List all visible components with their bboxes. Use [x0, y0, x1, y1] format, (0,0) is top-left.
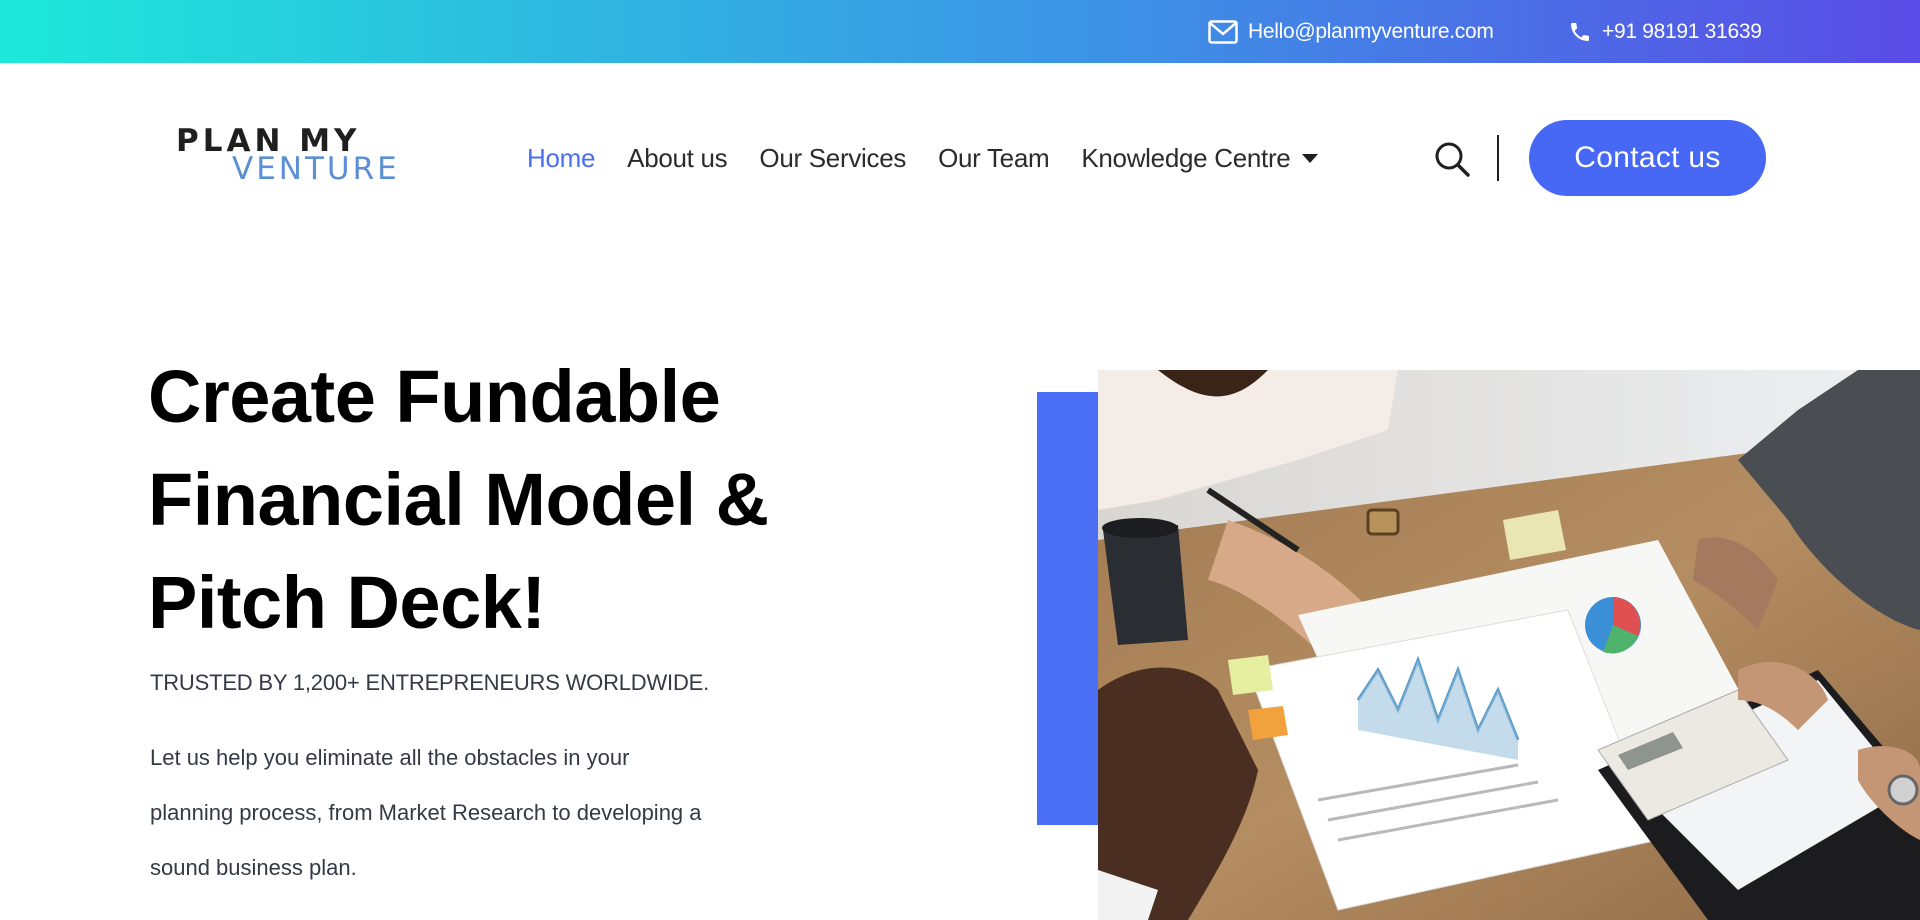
search-icon — [1435, 142, 1470, 177]
hero-title-line-1: Create Fundable — [148, 355, 721, 438]
nav-our-services[interactable]: Our Services — [759, 143, 906, 174]
hero-image — [1098, 370, 1920, 920]
hero-description: Let us help you eliminate all the obstac… — [150, 730, 790, 895]
hero-image-illustration — [1098, 370, 1920, 920]
nav-knowledge-centre[interactable]: Knowledge Centre — [1081, 142, 1319, 174]
nav-knowledge-centre-label: Knowledge Centre — [1081, 142, 1291, 173]
logo[interactable]: PLAN MY VENTURE — [176, 123, 406, 193]
hero-title: Create Fundable Financial Model & Pitch … — [148, 345, 868, 654]
nav-about-us[interactable]: About us — [627, 143, 728, 174]
logo-line-2: VENTURE — [232, 151, 400, 187]
nav-home[interactable]: Home — [527, 143, 595, 174]
hero-title-line-2: Financial Model & — [148, 458, 769, 541]
email-link[interactable]: Hello@planmyventure.com — [1208, 0, 1494, 63]
phone-link[interactable]: +91 98191 31639 — [1568, 0, 1762, 63]
trust-statement: TRUSTED BY 1,200+ ENTREPRENEURS WORLDWID… — [150, 670, 710, 695]
phone-text: +91 98191 31639 — [1602, 19, 1762, 43]
contact-us-button[interactable]: Contact us — [1529, 120, 1766, 196]
accent-bar — [1037, 392, 1099, 825]
site-header: PLAN MY VENTURE Home About us Our Servic… — [0, 63, 1920, 253]
main-nav: Home About us Our Services Our Team Know… — [527, 63, 1350, 253]
top-contact-bar: Hello@planmyventure.com +91 98191 31639 — [0, 0, 1920, 63]
caret-down-icon — [1302, 153, 1319, 163]
hero-description-line-1: Let us help you eliminate all the obstac… — [150, 745, 630, 770]
nav-our-team[interactable]: Our Team — [938, 143, 1050, 174]
phone-icon — [1571, 22, 1589, 41]
hero-title-line-3: Pitch Deck! — [148, 561, 546, 644]
search-button[interactable] — [1432, 139, 1472, 179]
hero-description-line-2: planning process, from Market Research t… — [150, 800, 702, 825]
header-divider — [1497, 135, 1499, 181]
hero-description-line-3: sound business plan. — [150, 855, 357, 880]
email-text: Hello@planmyventure.com — [1248, 19, 1494, 43]
mail-icon — [1208, 19, 1238, 44]
